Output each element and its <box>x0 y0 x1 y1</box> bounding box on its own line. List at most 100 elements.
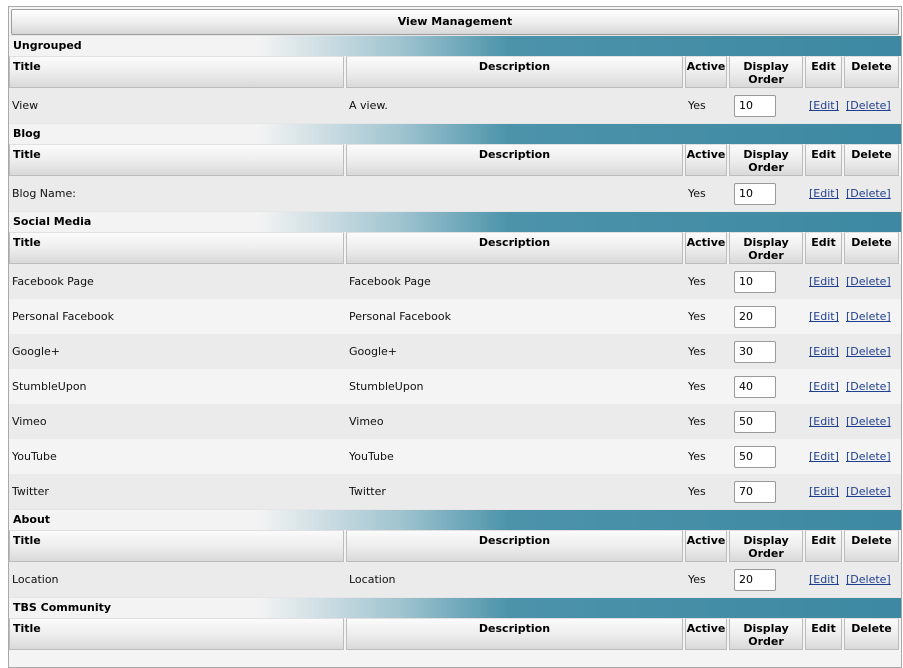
row-title: Location <box>12 573 59 586</box>
row-delete-cell: [Delete] <box>844 310 899 323</box>
row-title: Personal Facebook <box>12 310 114 323</box>
delete-column-header: Delete <box>844 144 899 176</box>
edit-link[interactable]: [Edit] <box>809 573 839 586</box>
view-management-panel: View Management Ungrouped Title Descriptio… <box>8 6 902 668</box>
display-order-column-header: Display Order <box>729 530 803 562</box>
delete-link[interactable]: [Delete] <box>846 415 891 428</box>
delete-link[interactable]: [Delete] <box>846 485 891 498</box>
page-title: View Management <box>11 9 899 35</box>
title-column-header: Title <box>9 618 344 650</box>
edit-link[interactable]: [Edit] <box>809 345 839 358</box>
row-delete-cell: [Delete] <box>844 187 899 200</box>
row-title: StumbleUpon <box>12 380 87 393</box>
row-display-order-cell <box>729 445 805 468</box>
table-row: Facebook Page Facebook Page Yes [Edit] [Dele… <box>9 264 901 299</box>
delete-column-header: Delete <box>844 530 899 562</box>
delete-link[interactable]: [Delete] <box>846 187 891 200</box>
column-header-row: Title Description Active Display Order Edit De… <box>9 144 901 176</box>
active-column-header: Active <box>685 530 727 562</box>
row-active-status: Yes <box>688 573 706 586</box>
title-column-header: Title <box>9 232 344 264</box>
display-order-label-line1: Display <box>743 236 789 249</box>
display-order-label-line1: Display <box>743 534 789 547</box>
edit-link[interactable]: [Edit] <box>809 485 839 498</box>
delete-column-header: Delete <box>844 232 899 264</box>
row-edit-cell: [Edit] <box>805 485 844 498</box>
row-description: Twitter <box>349 485 386 498</box>
column-header-row: Title Description Active Display Order Edit De… <box>9 618 901 650</box>
row-display-order-cell <box>729 480 805 503</box>
row-active-status: Yes <box>688 485 706 498</box>
row-display-order-cell <box>729 270 805 293</box>
delete-column-header: Delete <box>844 618 899 650</box>
display-order-input[interactable] <box>734 340 776 363</box>
row-title: YouTube <box>12 450 57 463</box>
display-order-input[interactable] <box>734 375 776 398</box>
delete-link[interactable]: [Delete] <box>846 573 891 586</box>
active-column-header: Active <box>685 56 727 88</box>
display-order-input[interactable] <box>734 270 776 293</box>
delete-link[interactable]: [Delete] <box>846 380 891 393</box>
edit-link[interactable]: [Edit] <box>809 275 839 288</box>
display-order-input[interactable] <box>734 182 776 205</box>
group-header-social-media: Social Media <box>9 211 901 232</box>
row-active-status: Yes <box>688 345 706 358</box>
row-active-status: Yes <box>688 415 706 428</box>
edit-link[interactable]: [Edit] <box>809 380 839 393</box>
edit-link[interactable]: [Edit] <box>809 99 839 112</box>
group-header-about: About <box>9 509 901 530</box>
edit-link[interactable]: [Edit] <box>809 415 839 428</box>
delete-link[interactable]: [Delete] <box>846 275 891 288</box>
row-display-order-cell <box>729 568 805 591</box>
row-display-order-cell <box>729 375 805 398</box>
groups-container: Ungrouped Title Description Active Display Or… <box>9 35 901 650</box>
edit-link[interactable]: [Edit] <box>809 310 839 323</box>
description-column-header: Description <box>346 232 683 264</box>
table-row: Location Location Yes [Edit] [Delete] <box>9 562 901 597</box>
row-edit-cell: [Edit] <box>805 450 844 463</box>
row-edit-cell: [Edit] <box>805 415 844 428</box>
display-order-column-header: Display Order <box>729 618 803 650</box>
delete-link[interactable]: [Delete] <box>846 450 891 463</box>
row-title: Blog Name: <box>12 187 76 200</box>
display-order-input[interactable] <box>734 410 776 433</box>
edit-column-header: Edit <box>805 144 842 176</box>
row-description: Google+ <box>349 345 398 358</box>
edit-link[interactable]: [Edit] <box>809 450 839 463</box>
row-display-order-cell <box>729 340 805 363</box>
row-delete-cell: [Delete] <box>844 345 899 358</box>
delete-link[interactable]: [Delete] <box>846 310 891 323</box>
delete-column-header: Delete <box>844 56 899 88</box>
row-display-order-cell <box>729 182 805 205</box>
display-order-input[interactable] <box>734 305 776 328</box>
row-description: Facebook Page <box>349 275 431 288</box>
delete-link[interactable]: [Delete] <box>846 99 891 112</box>
row-description: Personal Facebook <box>349 310 451 323</box>
group-header-tbs-community: TBS Community <box>9 597 901 618</box>
row-edit-cell: [Edit] <box>805 345 844 358</box>
row-delete-cell: [Delete] <box>844 573 899 586</box>
table-row: Vimeo Vimeo Yes [Edit] [Delete] <box>9 404 901 439</box>
display-order-input[interactable] <box>734 445 776 468</box>
group-header-blog: Blog <box>9 123 901 144</box>
display-order-input[interactable] <box>734 568 776 591</box>
title-column-header: Title <box>9 56 344 88</box>
group-header-ungrouped: Ungrouped <box>9 35 901 56</box>
display-order-input[interactable] <box>734 94 776 117</box>
display-order-column-header: Display Order <box>729 144 803 176</box>
display-order-column-header: Display Order <box>729 56 803 88</box>
row-title: Facebook Page <box>12 275 94 288</box>
description-column-header: Description <box>346 144 683 176</box>
delete-link[interactable]: [Delete] <box>846 345 891 358</box>
row-title: Twitter <box>12 485 49 498</box>
edit-link[interactable]: [Edit] <box>809 187 839 200</box>
row-description: A view. <box>349 99 388 112</box>
table-row: Twitter Twitter Yes [Edit] [Delete] <box>9 474 901 509</box>
table-row: YouTube YouTube Yes [Edit] [Delete] <box>9 439 901 474</box>
display-order-label-line1: Display <box>743 60 789 73</box>
display-order-label-line2: Order <box>748 547 784 560</box>
row-active-status: Yes <box>688 310 706 323</box>
row-edit-cell: [Edit] <box>805 187 844 200</box>
row-active-status: Yes <box>688 380 706 393</box>
display-order-input[interactable] <box>734 480 776 503</box>
